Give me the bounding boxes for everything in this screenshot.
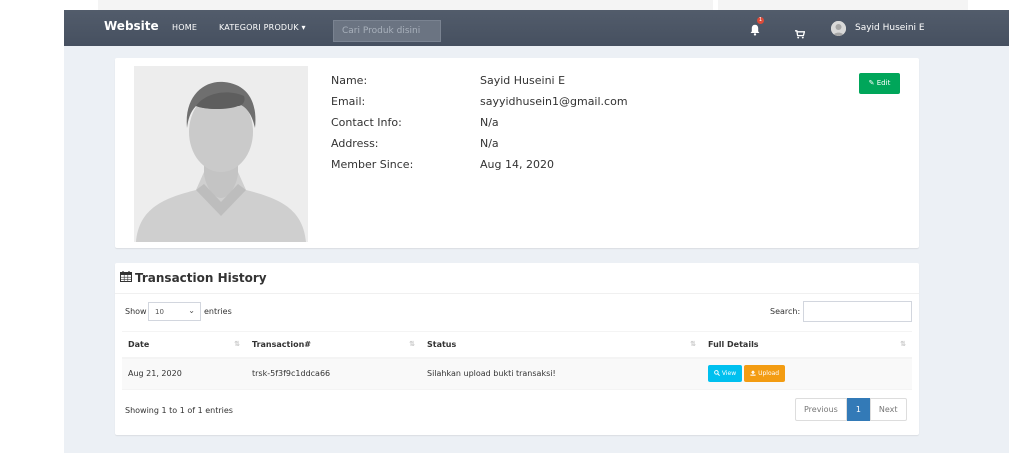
column-header-date[interactable]: Date ⇅ xyxy=(122,331,246,359)
navbar: Website HOME KATEGORI PRODUK ▾ Cari Prod… xyxy=(64,10,1009,46)
name-label: Name: xyxy=(331,74,368,87)
upload-label: Upload xyxy=(758,370,780,378)
view-label: View xyxy=(721,370,737,378)
sort-icon: ⇅ xyxy=(409,340,415,348)
search-input[interactable]: Cari Produk disini xyxy=(333,20,441,42)
row-date: Aug 21, 2020 xyxy=(122,357,246,390)
notification-badge: 1 xyxy=(757,17,764,24)
pagination-previous[interactable]: Previous xyxy=(795,398,847,421)
sort-icon: ⇅ xyxy=(690,340,696,348)
transaction-title-text: Transaction History xyxy=(135,271,267,285)
column-header-status[interactable]: Status ⇅ xyxy=(421,331,702,359)
column-header-full-details[interactable]: Full Details ⇅ xyxy=(702,331,912,359)
profile-photo xyxy=(134,66,308,242)
show-label: Show xyxy=(125,307,147,316)
contact-label: Contact Info: xyxy=(331,116,402,129)
email-label: Email: xyxy=(331,95,366,108)
avatar[interactable] xyxy=(831,21,846,36)
chevron-down-icon: ⌄ xyxy=(188,306,195,315)
search-icon xyxy=(714,370,720,377)
edit-button[interactable]: ✎ Edit xyxy=(859,73,900,94)
address-label: Address: xyxy=(331,137,379,150)
upload-icon xyxy=(750,370,756,376)
address-value: N/a xyxy=(480,137,499,150)
view-button[interactable]: View xyxy=(708,365,743,383)
column-header-transaction[interactable]: Transaction# ⇅ xyxy=(246,331,421,359)
member-since-value: Aug 14, 2020 xyxy=(480,158,554,171)
entries-value: 10 xyxy=(155,308,164,316)
table-search-input[interactable] xyxy=(803,301,912,322)
search-label: Search: xyxy=(770,307,801,316)
contact-value: N/a xyxy=(480,116,499,129)
member-since-label: Member Since: xyxy=(331,158,414,171)
row-transaction-id: trsk-5f3f9c1ddca66 xyxy=(246,357,421,390)
divider xyxy=(115,293,919,294)
nav-kategori-dropdown[interactable]: KATEGORI PRODUK ▾ xyxy=(219,23,306,32)
calendar-icon xyxy=(120,271,132,285)
brand-logo[interactable]: Website xyxy=(104,19,159,33)
sort-icon: ⇅ xyxy=(900,340,906,348)
row-actions: View Upload xyxy=(702,357,912,390)
showing-entries-info: Showing 1 to 1 of 1 entries xyxy=(125,406,233,415)
entries-select[interactable]: 10 ⌄ xyxy=(148,302,201,321)
transaction-table: Date ⇅ Transaction# ⇅ Status ⇅ Full Details… xyxy=(122,331,912,390)
cart-icon[interactable] xyxy=(795,24,806,43)
email-value: sayyidhusein1@gmail.com xyxy=(480,95,628,108)
transaction-title: Transaction History xyxy=(120,271,267,285)
top-strip xyxy=(88,0,968,10)
pagination-page-1[interactable]: 1 xyxy=(846,398,870,421)
table-row: Aug 21, 2020 trsk-5f3f9c1ddca66 Silahkan… xyxy=(122,357,912,390)
upload-button[interactable]: Upload xyxy=(744,365,786,383)
pagination-next[interactable]: Next xyxy=(869,398,907,421)
name-value: Sayid Huseini E xyxy=(480,74,566,87)
entries-label: entries xyxy=(204,307,232,316)
pagination: Previous 1 Next xyxy=(795,398,907,421)
row-status: Silahkan upload bukti transaksi! xyxy=(421,357,702,390)
nav-home[interactable]: HOME xyxy=(172,23,197,32)
user-name[interactable]: Sayid Huseini E xyxy=(855,23,925,33)
sort-icon: ⇅ xyxy=(234,340,240,348)
profile-box: Name: Sayid Huseini E Email: sayyidhusei… xyxy=(115,58,919,248)
transaction-box: Transaction History Show 10 ⌄ entries Se… xyxy=(115,263,919,435)
